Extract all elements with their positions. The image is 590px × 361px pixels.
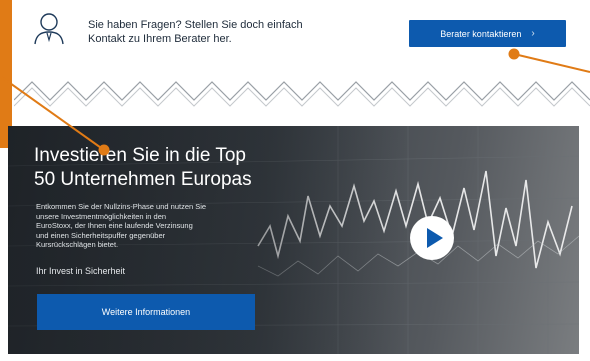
more-information-button[interactable]: Weitere Informationen [37, 294, 255, 330]
zigzag-divider [14, 81, 590, 107]
contact-advisor-button-label: Berater kontaktieren [440, 28, 522, 39]
play-icon [427, 228, 443, 248]
advisor-person-icon [34, 13, 64, 45]
hero-description-line: unsere Investmentmöglichkeiten in den [36, 211, 167, 221]
hero-description-line: EuroStoxx, der Ihnen eine laufende Verzi… [36, 221, 193, 231]
contact-message: Sie haben Fragen? Stellen Sie doch einfa… [88, 18, 388, 46]
contact-message-line1: Sie haben Fragen? Stellen Sie doch einfa… [88, 19, 303, 31]
contact-advisor-button[interactable]: Berater kontaktieren › [409, 20, 566, 47]
play-video-button[interactable] [410, 216, 454, 260]
hero-banner: Investieren Sie in die Top 50 Unternehme… [8, 126, 579, 354]
more-information-button-label: Weitere Informationen [101, 307, 191, 317]
chevron-right-icon: › [531, 28, 535, 39]
contact-bar: Sie haben Fragen? Stellen Sie doch einfa… [0, 0, 590, 66]
hero-description-line: und einen Sicherheitspuffer gegenüber [36, 230, 166, 240]
hero-tagline: Ihr Invest in Sicherheit [36, 266, 126, 276]
hero-title-line2: 50 Unternehmen Europas [34, 169, 252, 190]
hero-title-line1: Investieren Sie in die Top [34, 145, 246, 166]
hero-title: Investieren Sie in die Top 50 Unternehme… [34, 144, 364, 192]
contact-message-line2: Kontakt zu Ihrem Berater her. [88, 33, 232, 45]
hero-description: Entkommen Sie der Nullzins-Phase und nut… [36, 202, 261, 250]
hero-description-line: Kursrückschlägen bietet. [36, 240, 119, 250]
hero-description-line: Entkommen Sie der Nullzins-Phase und nut… [36, 202, 207, 211]
